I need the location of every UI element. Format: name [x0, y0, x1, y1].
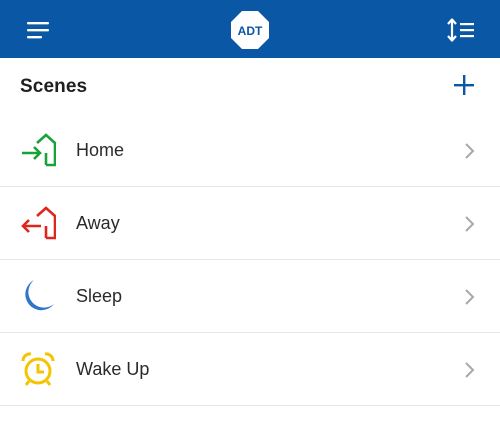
list-item-away[interactable]: Away [0, 187, 500, 260]
menu-button[interactable] [27, 21, 51, 39]
sort-button[interactable] [446, 17, 476, 43]
adt-logo: ADT [230, 10, 270, 50]
list-item-sleep[interactable]: Sleep [0, 260, 500, 333]
top-app-bar: ADT [0, 0, 500, 58]
page-title: Scenes [20, 76, 88, 97]
leave-home-icon [21, 206, 56, 240]
list-item-label: Wake Up [76, 359, 150, 379]
scenes-list: Home Away Sleep Wake Up [0, 114, 500, 406]
hamburger-menu-icon [27, 22, 49, 39]
chevron-right-icon [465, 362, 475, 378]
list-item-home[interactable]: Home [0, 114, 500, 187]
list-item-label: Sleep [76, 286, 123, 306]
alarm-clock-icon [21, 352, 55, 386]
sort-icon [447, 18, 474, 42]
chevron-right-icon [465, 143, 475, 159]
scenes-header: Scenes [0, 58, 500, 114]
list-item-wake-up[interactable]: Wake Up [0, 333, 500, 406]
chevron-right-icon [465, 289, 475, 305]
list-item-label: Away [76, 213, 120, 233]
logo-text: ADT [238, 24, 263, 38]
chevron-right-icon [465, 216, 475, 232]
add-scene-button[interactable] [451, 72, 477, 98]
plus-icon [454, 75, 474, 95]
moon-icon [25, 280, 54, 311]
list-item-label: Home [76, 140, 125, 160]
arrive-home-icon [22, 133, 56, 167]
